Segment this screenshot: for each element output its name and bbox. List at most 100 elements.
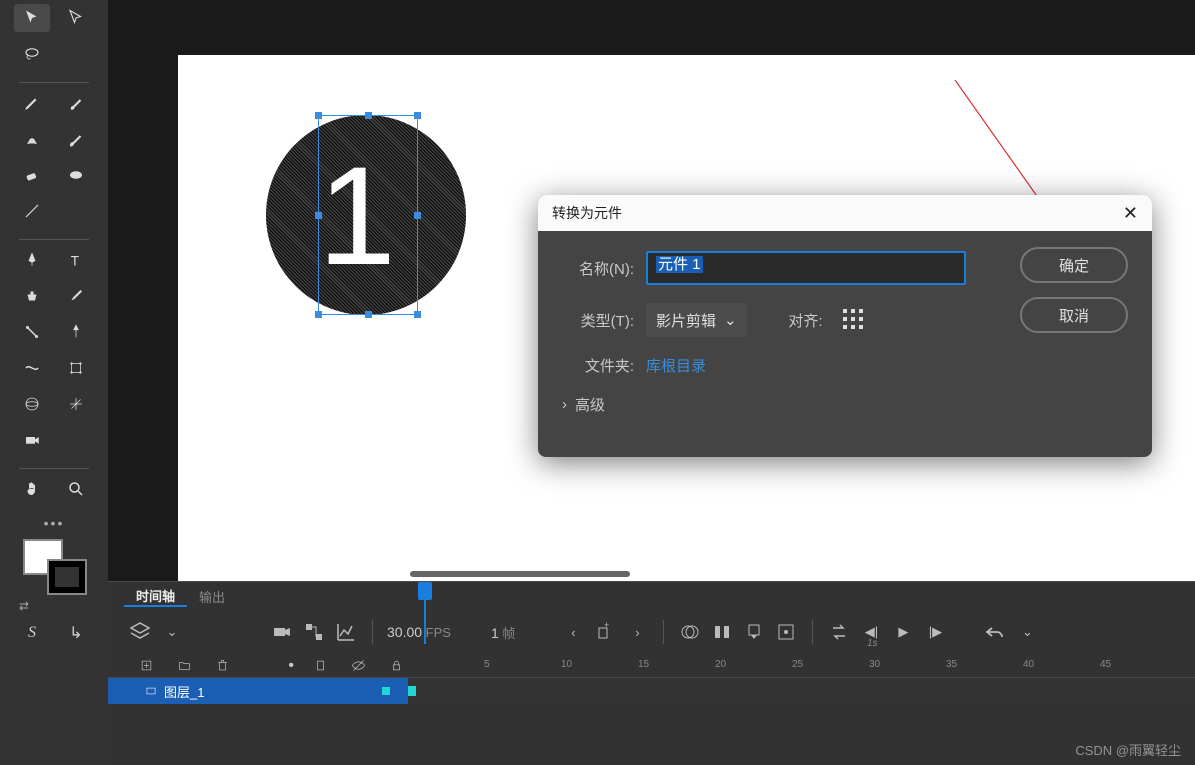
subselection-tool[interactable]: [58, 4, 94, 32]
timeline-panel: 时间轴 输出 ⌄ 30.00 FPS 1 帧 ‹ + › ◀| ▶ |▶ ⌄: [108, 581, 1195, 765]
layers-icon[interactable]: [128, 620, 152, 644]
eraser-tool[interactable]: [14, 161, 50, 189]
folder-link[interactable]: 库根目录: [646, 355, 706, 376]
new-layer-icon[interactable]: [134, 654, 158, 678]
free-transform-tool[interactable]: [58, 354, 94, 382]
undo-icon[interactable]: [983, 620, 1007, 644]
convert-to-symbol-dialog: 转换为元件 ✕ 名称(N): 元件 1 类型(T): 影片剪辑 ⌄ 对齐: 文件…: [538, 195, 1152, 457]
handle-tm[interactable]: [365, 112, 372, 119]
text-tool[interactable]: T: [58, 246, 94, 274]
3d-rotation-tool[interactable]: [14, 390, 50, 418]
line-tool[interactable]: [14, 197, 50, 225]
ok-button[interactable]: 确定: [1020, 247, 1128, 283]
ink-bottle-tool[interactable]: [14, 282, 50, 310]
layer-row[interactable]: 图层_1: [108, 678, 1195, 704]
paint-brush-tool[interactable]: [58, 125, 94, 153]
stroke-color-swatch[interactable]: [47, 559, 87, 595]
graph-icon[interactable]: [334, 620, 358, 644]
marker-icon[interactable]: [742, 620, 766, 644]
zoom-tool[interactable]: [58, 475, 94, 503]
dialog-title: 转换为元件: [552, 203, 622, 223]
pin-tool[interactable]: [58, 318, 94, 346]
onion-skin-icon[interactable]: [678, 620, 702, 644]
hand-tool[interactable]: [14, 475, 50, 503]
loop-icon[interactable]: [827, 620, 851, 644]
folder-label: 文件夹:: [562, 355, 634, 376]
align-label: 对齐:: [763, 310, 823, 331]
center-frame-icon[interactable]: [774, 620, 798, 644]
svg-text:T: T: [71, 253, 79, 268]
tab-timeline[interactable]: 时间轴: [124, 586, 187, 607]
keyframe[interactable]: [408, 686, 416, 696]
visibility-icon[interactable]: [346, 654, 370, 678]
name-input[interactable]: 元件 1: [646, 251, 966, 285]
advanced-toggle[interactable]: 高级: [562, 394, 1128, 415]
handle-tr[interactable]: [414, 112, 421, 119]
eyedropper-tool[interactable]: [58, 282, 94, 310]
parent-layer-icon[interactable]: [302, 620, 326, 644]
ruler-1s-mark: 1s: [867, 638, 878, 649]
tool-palette: T ••• ⇄ S ↳: [0, 0, 108, 765]
name-label: 名称(N):: [562, 258, 634, 279]
advanced-label: 高级: [575, 394, 605, 415]
brush-tool[interactable]: [58, 89, 94, 117]
selection-tool[interactable]: [14, 4, 50, 32]
swap-colors-icon[interactable]: ⇄: [19, 599, 29, 613]
close-icon[interactable]: ✕: [1123, 203, 1138, 224]
registration-grid[interactable]: [843, 309, 865, 331]
handle-br[interactable]: [414, 311, 421, 318]
frame-number[interactable]: 1: [491, 625, 499, 641]
edit-multiple-icon[interactable]: [710, 620, 734, 644]
handle-bl[interactable]: [315, 311, 322, 318]
outline-icon[interactable]: [308, 654, 332, 678]
oval-tool[interactable]: [58, 161, 94, 189]
chevron-down-icon: ⌄: [724, 311, 737, 329]
pencil-tool[interactable]: [14, 89, 50, 117]
bone-tool[interactable]: [14, 318, 50, 346]
selection-bounds[interactable]: [318, 115, 418, 315]
horizontal-scrollbar[interactable]: [410, 571, 630, 577]
next-keyframe-icon[interactable]: ›: [625, 620, 649, 644]
watermark: CSDN @雨翼轻尘: [1075, 740, 1181, 759]
lock-icon[interactable]: [384, 654, 408, 678]
highlight-dot-icon[interactable]: •: [288, 657, 294, 675]
handle-ml[interactable]: [315, 212, 322, 219]
timeline-ruler[interactable]: 5 10 15 20 25 30 35 40 45 1s: [408, 654, 1195, 677]
handle-bm[interactable]: [365, 311, 372, 318]
tab-output[interactable]: 输出: [187, 587, 237, 606]
play-icon[interactable]: ▶: [891, 620, 915, 644]
handle-mr[interactable]: [414, 212, 421, 219]
camera-icon[interactable]: [270, 620, 294, 644]
insert-keyframe-icon[interactable]: +: [593, 620, 617, 644]
lasso-tool[interactable]: [14, 40, 50, 68]
type-dropdown[interactable]: 影片剪辑 ⌄: [646, 303, 747, 337]
frame-track[interactable]: [408, 678, 1195, 704]
snap-tool[interactable]: S: [14, 619, 50, 647]
type-label: 类型(T):: [562, 310, 634, 331]
more-tools-icon[interactable]: •••: [44, 515, 65, 531]
layer-name[interactable]: 图层_1: [164, 682, 204, 701]
width-tool[interactable]: [14, 354, 50, 382]
smooth-tool[interactable]: ↳: [58, 619, 94, 647]
prev-keyframe-icon[interactable]: ‹: [561, 620, 585, 644]
color-swatches[interactable]: ⇄: [19, 539, 89, 599]
layers-dropdown-icon[interactable]: ⌄: [160, 620, 184, 644]
pen-tool[interactable]: [14, 246, 50, 274]
camera-tool[interactable]: [14, 426, 50, 454]
step-fwd-icon[interactable]: |▶: [923, 620, 947, 644]
new-folder-icon[interactable]: [172, 654, 196, 678]
layer-color-swatch[interactable]: [382, 687, 390, 695]
cancel-button[interactable]: 取消: [1020, 297, 1128, 333]
handle-tl[interactable]: [315, 112, 322, 119]
delete-layer-icon[interactable]: [210, 654, 234, 678]
frame-label: 帧: [502, 626, 515, 641]
svg-text:+: +: [604, 620, 609, 630]
dialog-titlebar[interactable]: 转换为元件 ✕: [538, 195, 1152, 231]
3d-translation-tool[interactable]: [58, 390, 94, 418]
type-value: 影片剪辑: [656, 310, 716, 331]
fps-value[interactable]: 30.00: [387, 624, 422, 640]
undo-dropdown-icon[interactable]: ⌄: [1015, 620, 1039, 644]
fluid-brush-tool[interactable]: [14, 125, 50, 153]
fps-label: FPS: [426, 625, 451, 640]
layer-type-icon: [144, 684, 158, 698]
